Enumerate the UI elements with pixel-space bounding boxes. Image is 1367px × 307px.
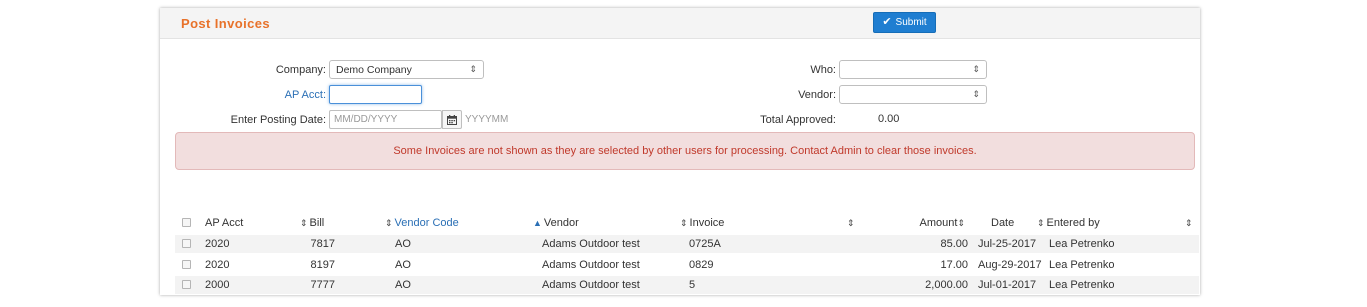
vendor-select[interactable]: ⇕ bbox=[839, 85, 987, 104]
table-row[interactable]: 2020 8197 AO Adams Outdoor test 0829 17.… bbox=[175, 256, 1199, 274]
col-bill[interactable]: ⇕ Bill bbox=[300, 217, 324, 229]
company-select[interactable]: Demo Company ⇕ bbox=[329, 60, 484, 79]
sort-icon: ⇕ bbox=[1185, 218, 1193, 228]
total-approved-label: Total Approved: bbox=[760, 114, 836, 126]
col-ap-acct[interactable]: AP Acct bbox=[205, 217, 243, 229]
calendar-icon bbox=[447, 114, 457, 125]
cell-vendor: Adams Outdoor test bbox=[542, 238, 640, 250]
select-arrows-icon: ⇕ bbox=[469, 64, 477, 74]
row-checkbox[interactable] bbox=[182, 239, 191, 248]
alert-message: Some Invoices are not shown as they are … bbox=[175, 132, 1195, 170]
sort-icon: ⇕ bbox=[957, 218, 965, 228]
row-checkbox[interactable] bbox=[182, 260, 191, 269]
company-label: Company: bbox=[275, 64, 326, 76]
cell-date: Jul-25-2017 bbox=[978, 238, 1037, 250]
col-last-sort[interactable]: ⇕ bbox=[1185, 217, 1195, 229]
cell-invoice: 5 bbox=[689, 279, 696, 291]
sort-icon: ⇕ bbox=[300, 218, 308, 228]
col-amount-label: Amount bbox=[919, 217, 958, 229]
col-invoice-label: Invoice bbox=[689, 217, 725, 229]
cell-entered-by: Lea Petrenko bbox=[1049, 238, 1115, 250]
cell-vendor-code: AO bbox=[395, 259, 411, 271]
cell-date: Aug-29-2017 bbox=[978, 259, 1042, 271]
who-select[interactable]: ⇕ bbox=[839, 60, 987, 79]
cell-bill: 7777 bbox=[310, 279, 335, 291]
select-all-checkbox[interactable] bbox=[182, 218, 191, 227]
cell-vendor: Adams Outdoor test bbox=[542, 259, 640, 271]
cell-bill: 7817 bbox=[310, 238, 335, 250]
sort-icon: ⇕ bbox=[680, 218, 688, 228]
col-vendor-code[interactable]: ⇕ Vendor Code bbox=[385, 217, 459, 229]
posting-date-hint: YYYYMM bbox=[465, 114, 509, 125]
sort-icon: ⇕ bbox=[385, 218, 393, 228]
col-vendor-code-label: Vendor Code bbox=[394, 217, 459, 229]
panel-header: Post Invoices ✔ Submit bbox=[160, 8, 1200, 39]
posting-date-label: Enter Posting Date: bbox=[230, 114, 326, 126]
row-checkbox[interactable] bbox=[182, 280, 191, 289]
cell-vendor-code: AO bbox=[395, 238, 411, 250]
cell-ap-acct: 2000 bbox=[205, 279, 230, 291]
posting-date-input[interactable]: MM/DD/YYYY bbox=[329, 110, 442, 129]
cell-date: Jul-01-2017 bbox=[978, 279, 1037, 291]
col-entered-by-label: Entered by bbox=[1046, 217, 1100, 229]
submit-button[interactable]: ✔ Submit bbox=[873, 12, 936, 33]
post-invoices-panel: Post Invoices ✔ Submit Company: Demo Com… bbox=[160, 8, 1200, 295]
table-row[interactable]: 2020 7817 AO Adams Outdoor test 0725A 85… bbox=[175, 235, 1199, 253]
total-approved-value: 0.00 bbox=[878, 113, 900, 125]
table-row[interactable]: 2000 7777 AO Adams Outdoor test 5 2,000.… bbox=[175, 276, 1199, 294]
page-title: Post Invoices bbox=[181, 16, 271, 31]
cell-entered-by: Lea Petrenko bbox=[1049, 279, 1115, 291]
ap-acct-input[interactable] bbox=[329, 85, 422, 104]
vendor-label: Vendor: bbox=[798, 89, 836, 101]
cell-bill: 8197 bbox=[310, 259, 335, 271]
who-label: Who: bbox=[810, 64, 836, 76]
submit-label: Submit bbox=[895, 17, 927, 28]
company-select-value: Demo Company bbox=[336, 64, 412, 76]
cell-amount: 17.00 bbox=[940, 259, 968, 271]
cell-vendor-code: AO bbox=[395, 279, 411, 291]
col-date[interactable]: Date bbox=[991, 217, 1014, 229]
sort-icon: ⇕ bbox=[1037, 218, 1045, 228]
col-vendor[interactable]: ▲ Vendor bbox=[533, 217, 579, 229]
cell-ap-acct: 2020 bbox=[205, 238, 230, 250]
ap-acct-label: AP Acct: bbox=[284, 89, 326, 101]
col-invoice-sort[interactable]: ⇕ bbox=[847, 217, 857, 229]
col-amount[interactable]: Amount⇕ bbox=[885, 217, 967, 229]
cell-invoice: 0725A bbox=[689, 238, 721, 250]
col-entered-by[interactable]: ⇕ Entered by bbox=[1037, 217, 1100, 229]
select-arrows-icon: ⇕ bbox=[972, 89, 980, 99]
table-header: AP Acct ⇕ Bill ⇕ Vendor Code ▲ Vendor ⇕ Invo… bbox=[175, 214, 1199, 232]
calendar-button[interactable] bbox=[442, 110, 462, 129]
col-invoice[interactable]: ⇕ Invoice bbox=[680, 217, 724, 229]
cell-invoice: 0829 bbox=[689, 259, 714, 271]
cell-amount: 85.00 bbox=[940, 238, 968, 250]
select-arrows-icon: ⇕ bbox=[972, 64, 980, 74]
col-vendor-label: Vendor bbox=[543, 217, 579, 229]
sort-icon: ⇕ bbox=[847, 218, 855, 228]
sort-asc-icon: ▲ bbox=[533, 218, 542, 228]
cell-ap-acct: 2020 bbox=[205, 259, 230, 271]
cell-vendor: Adams Outdoor test bbox=[542, 279, 640, 291]
cell-amount: 2,000.00 bbox=[925, 279, 968, 291]
check-icon: ✔ bbox=[882, 16, 892, 28]
cell-entered-by: Lea Petrenko bbox=[1049, 259, 1115, 271]
col-bill-label: Bill bbox=[309, 217, 325, 229]
